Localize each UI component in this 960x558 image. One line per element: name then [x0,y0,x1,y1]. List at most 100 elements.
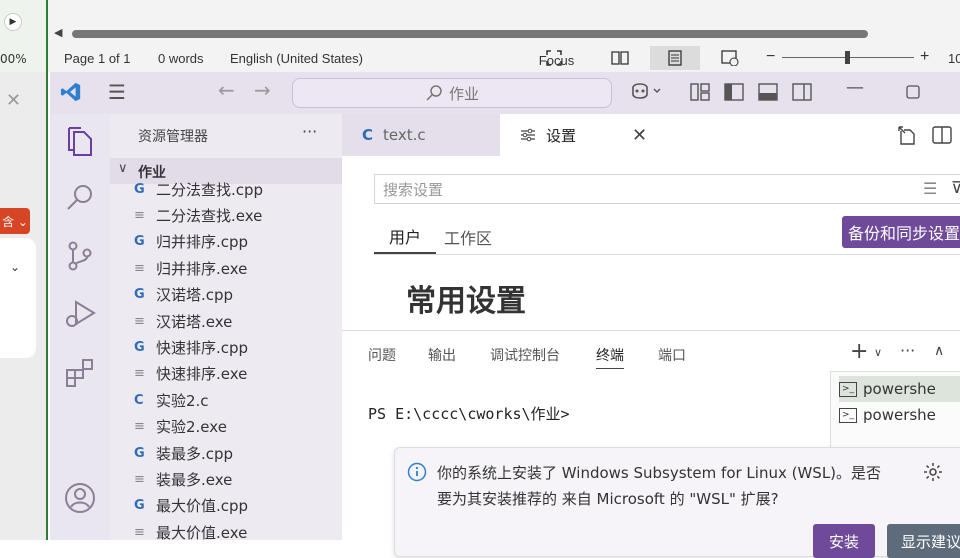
run-debug-icon[interactable] [64,298,96,330]
show-recommendations-button[interactable]: 显示建议 [887,524,960,558]
language-status[interactable]: English (United States) [230,51,363,66]
file-name: 实验2.exe [156,418,227,437]
file-item[interactable]: ≡ 归并排序.exe [134,255,344,281]
file-name: 二分法查找.cpp [156,180,264,199]
tab-debug-console[interactable]: 调试控制台 [490,345,560,365]
panel-card [0,238,36,358]
open-settings-json-icon[interactable] [898,126,918,150]
backup-sync-button[interactable]: 备份和同步设置 [842,216,960,248]
chevron-down-icon[interactable]: ∨ [874,346,882,359]
zoom-out-button[interactable]: − [766,48,775,66]
vscode-logo-icon [60,81,82,108]
forward-arrow-icon[interactable]: → [254,78,271,102]
exe-file-icon: ≡ [134,207,145,223]
vscode-title-bar: ☰ ← → 作业 — [50,72,960,114]
zoom-in-button[interactable]: + [920,48,929,66]
word-left-pane: ▶ 00% [0,0,48,72]
more-actions-icon[interactable]: ··· [302,122,317,141]
search-icon[interactable] [64,182,96,214]
file-item[interactable]: G 归并排序.cpp [134,229,344,255]
layout-customize-icon[interactable] [690,83,710,106]
gear-icon[interactable] [923,462,943,486]
play-icon[interactable]: ▶ [4,13,22,31]
c-file-icon: C [134,392,144,408]
file-item[interactable]: C 实验2.c [134,387,344,413]
terminal-name: powershe [863,406,936,424]
zoom-slider-thumb[interactable] [845,51,850,64]
close-tab-icon[interactable]: ✕ [632,125,647,146]
web-layout-icon[interactable] [714,46,746,70]
file-name: 归并排序.cpp [156,233,249,252]
exe-file-icon: ≡ [134,471,145,487]
tab-text-c[interactable]: C text.c [342,114,500,156]
source-control-icon[interactable] [64,240,96,272]
chevron-down-icon[interactable]: ⌄ [10,260,20,274]
tab-ports[interactable]: 端口 [658,345,686,365]
tab-user-settings[interactable]: 用户 [374,220,436,254]
file-item[interactable]: G 二分法查找.cpp [134,176,344,202]
chevron-up-icon[interactable]: ∧ [934,343,944,359]
read-mode-icon[interactable] [604,46,636,70]
tab-workspace-settings[interactable]: 工作区 [438,220,498,254]
file-item[interactable]: G 汉诺塔.cpp [134,282,344,308]
word-count[interactable]: 0 words [158,51,204,66]
file-item[interactable]: ≡ 二分法查找.exe [134,202,344,228]
maximize-icon[interactable] [906,84,920,104]
terminal-item-2[interactable]: >_ powershe [839,402,960,428]
file-item[interactable]: ≡ 汉诺塔.exe [134,308,344,334]
command-center-search[interactable]: 作业 [292,78,612,108]
tab-problems[interactable]: 问题 [368,345,396,365]
terminal-item-1[interactable]: >_ powershe [839,376,960,402]
toggle-secondary-sidebar-icon[interactable] [792,83,812,106]
close-icon[interactable]: ✕ [6,90,21,111]
toggle-panel-icon[interactable] [758,83,778,106]
minimize-icon[interactable]: — [846,77,864,98]
horizontal-scrollbar[interactable]: ◀ [48,24,960,44]
focus-button[interactable]: Focus [522,46,586,70]
file-name: 汉诺塔.exe [156,312,233,331]
file-item[interactable]: G 装最多.cpp [134,440,344,466]
tab-terminal[interactable]: 终端 [596,345,624,369]
print-layout-icon[interactable] [650,46,700,70]
menu-icon[interactable]: ☰ [108,80,126,104]
tab-output[interactable]: 输出 [428,345,456,365]
file-name: 装最多.exe [156,470,233,489]
toggle-sidebar-icon[interactable] [724,83,744,106]
copilot-icon[interactable] [630,81,664,106]
zoom-level[interactable]: 10 [948,51,960,66]
terminal-name: powershe [863,380,936,398]
back-arrow-icon[interactable]: ← [218,78,235,102]
explorer-icon[interactable] [64,126,96,158]
red-action-button[interactable]: 含 ⌄ [0,208,30,234]
file-item[interactable]: ≡ 实验2.exe [134,414,344,440]
settings-search-input[interactable]: 搜索设置 ☰ ⊽ [374,174,960,204]
install-button[interactable]: 安装 [813,524,875,558]
file-item[interactable]: ≡ 装最多.exe [134,466,344,492]
info-icon [407,462,427,486]
scroll-left-icon[interactable]: ◀ [54,26,62,39]
bottom-panel: 问题 输出 调试控制台 终端 端口 + ∨ ··· ∧ PS E:\cccc\c… [342,330,960,558]
file-item[interactable]: G 最大价值.cpp [134,493,344,519]
account-icon[interactable] [64,482,96,514]
filter-icon[interactable]: ⊽ [951,178,960,197]
exe-file-icon: ≡ [134,524,145,540]
clear-filter-icon[interactable]: ☰ [923,179,937,198]
activity-bar [50,114,110,540]
file-name: 汉诺塔.cpp [156,286,234,305]
terminal-prompt[interactable]: PS E:\cccc\cworks\作业> [368,403,570,424]
tab-settings[interactable]: 设置 ✕ [500,114,670,156]
search-icon [426,85,442,101]
left-zoom-percent: 00% [0,52,27,66]
scrollbar-thumb[interactable] [72,30,868,38]
focus-label: Focus [538,53,575,68]
exe-file-icon: ≡ [134,260,145,276]
more-actions-icon[interactable]: ··· [900,341,915,360]
word-status-bar: Page 1 of 1 0 words English (United Stat… [48,44,960,72]
new-terminal-icon[interactable]: + [850,339,868,364]
extensions-icon[interactable] [64,356,96,388]
file-item[interactable]: ≡ 最大价值.exe [134,519,344,545]
page-info[interactable]: Page 1 of 1 [64,51,131,66]
file-item[interactable]: ≡ 快速排序.exe [134,361,344,387]
split-editor-icon[interactable] [932,126,952,148]
file-item[interactable]: G 快速排序.cpp [134,334,344,360]
